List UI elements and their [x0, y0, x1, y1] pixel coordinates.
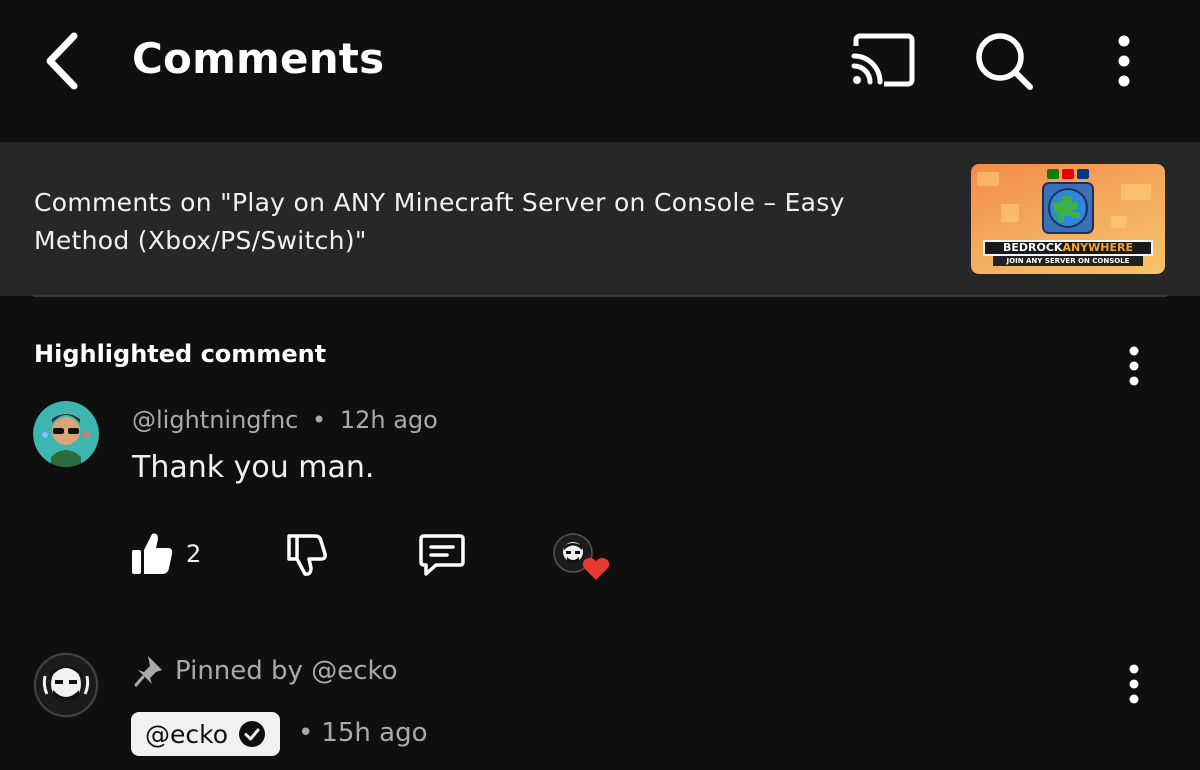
thumbnail-pixel-decoration: [1111, 216, 1127, 228]
more-vertical-icon[interactable]: [1106, 32, 1142, 90]
pinned-by-label: Pinned by @ecko: [175, 656, 398, 686]
switch-icon: [1062, 169, 1074, 179]
like-count: 2: [186, 540, 202, 568]
comments-page: Comments Comments on "Play on ANY Minecr…: [0, 0, 1200, 770]
meta-separator: •: [298, 718, 314, 748]
cast-icon[interactable]: [850, 32, 918, 90]
section-divider: [33, 295, 1167, 297]
console-platform-icons: [1047, 169, 1089, 179]
comment-author: @ecko: [145, 719, 229, 749]
reply-icon[interactable]: [418, 532, 466, 578]
thumbnail-pixel-decoration: [977, 172, 999, 186]
brand-part-1: BEDROCK: [1003, 241, 1063, 254]
thumbnail-pixel-decoration: [1121, 184, 1151, 200]
video-thumbnail[interactable]: BEDROCKANYWHERE JOIN ANY SERVER ON CONSO…: [971, 164, 1165, 274]
creator-heart-icon: [553, 533, 611, 583]
thumbnail-brand-text: BEDROCKANYWHERE: [983, 240, 1153, 256]
comment-time: 12h ago: [339, 406, 438, 434]
xbox-icon: [1047, 169, 1059, 179]
top-app-bar: Comments: [0, 0, 1200, 142]
creator-author-chip[interactable]: @ecko: [131, 712, 281, 756]
comment-meta: • 15h ago: [298, 718, 428, 748]
back-arrow-icon[interactable]: [38, 30, 88, 92]
more-vertical-icon[interactable]: [1119, 664, 1149, 704]
more-vertical-icon[interactable]: [1119, 346, 1149, 386]
search-icon[interactable]: [972, 30, 1036, 92]
verified-check-icon: [239, 721, 266, 747]
avatar[interactable]: [33, 401, 99, 467]
video-title-text: Comments on "Play on ANY Minecraft Serve…: [34, 188, 845, 255]
comment-author[interactable]: @lightningfnc: [132, 406, 298, 434]
page-title: Comments: [132, 34, 385, 83]
thumbs-down-icon[interactable]: [285, 532, 329, 578]
video-info-banner[interactable]: Comments on "Play on ANY Minecraft Serve…: [0, 142, 1200, 296]
thumbs-up-icon[interactable]: [130, 530, 174, 576]
comment-meta: @lightningfnc • 12h ago: [132, 406, 438, 434]
highlighted-comment-label: Highlighted comment: [34, 340, 327, 368]
pin-icon: [134, 654, 164, 688]
meta-separator: •: [312, 406, 327, 434]
thumbnail-pixel-decoration: [1001, 204, 1019, 222]
brand-part-2: ANYWHERE: [1062, 241, 1133, 254]
avatar[interactable]: [33, 652, 99, 718]
comment-time: 15h ago: [321, 718, 428, 748]
comment-text: Thank you man.: [132, 450, 375, 485]
playstation-icon: [1077, 169, 1089, 179]
globe-logo-icon: [1042, 182, 1094, 234]
thumbnail-tagline: JOIN ANY SERVER ON CONSOLE: [993, 256, 1143, 266]
